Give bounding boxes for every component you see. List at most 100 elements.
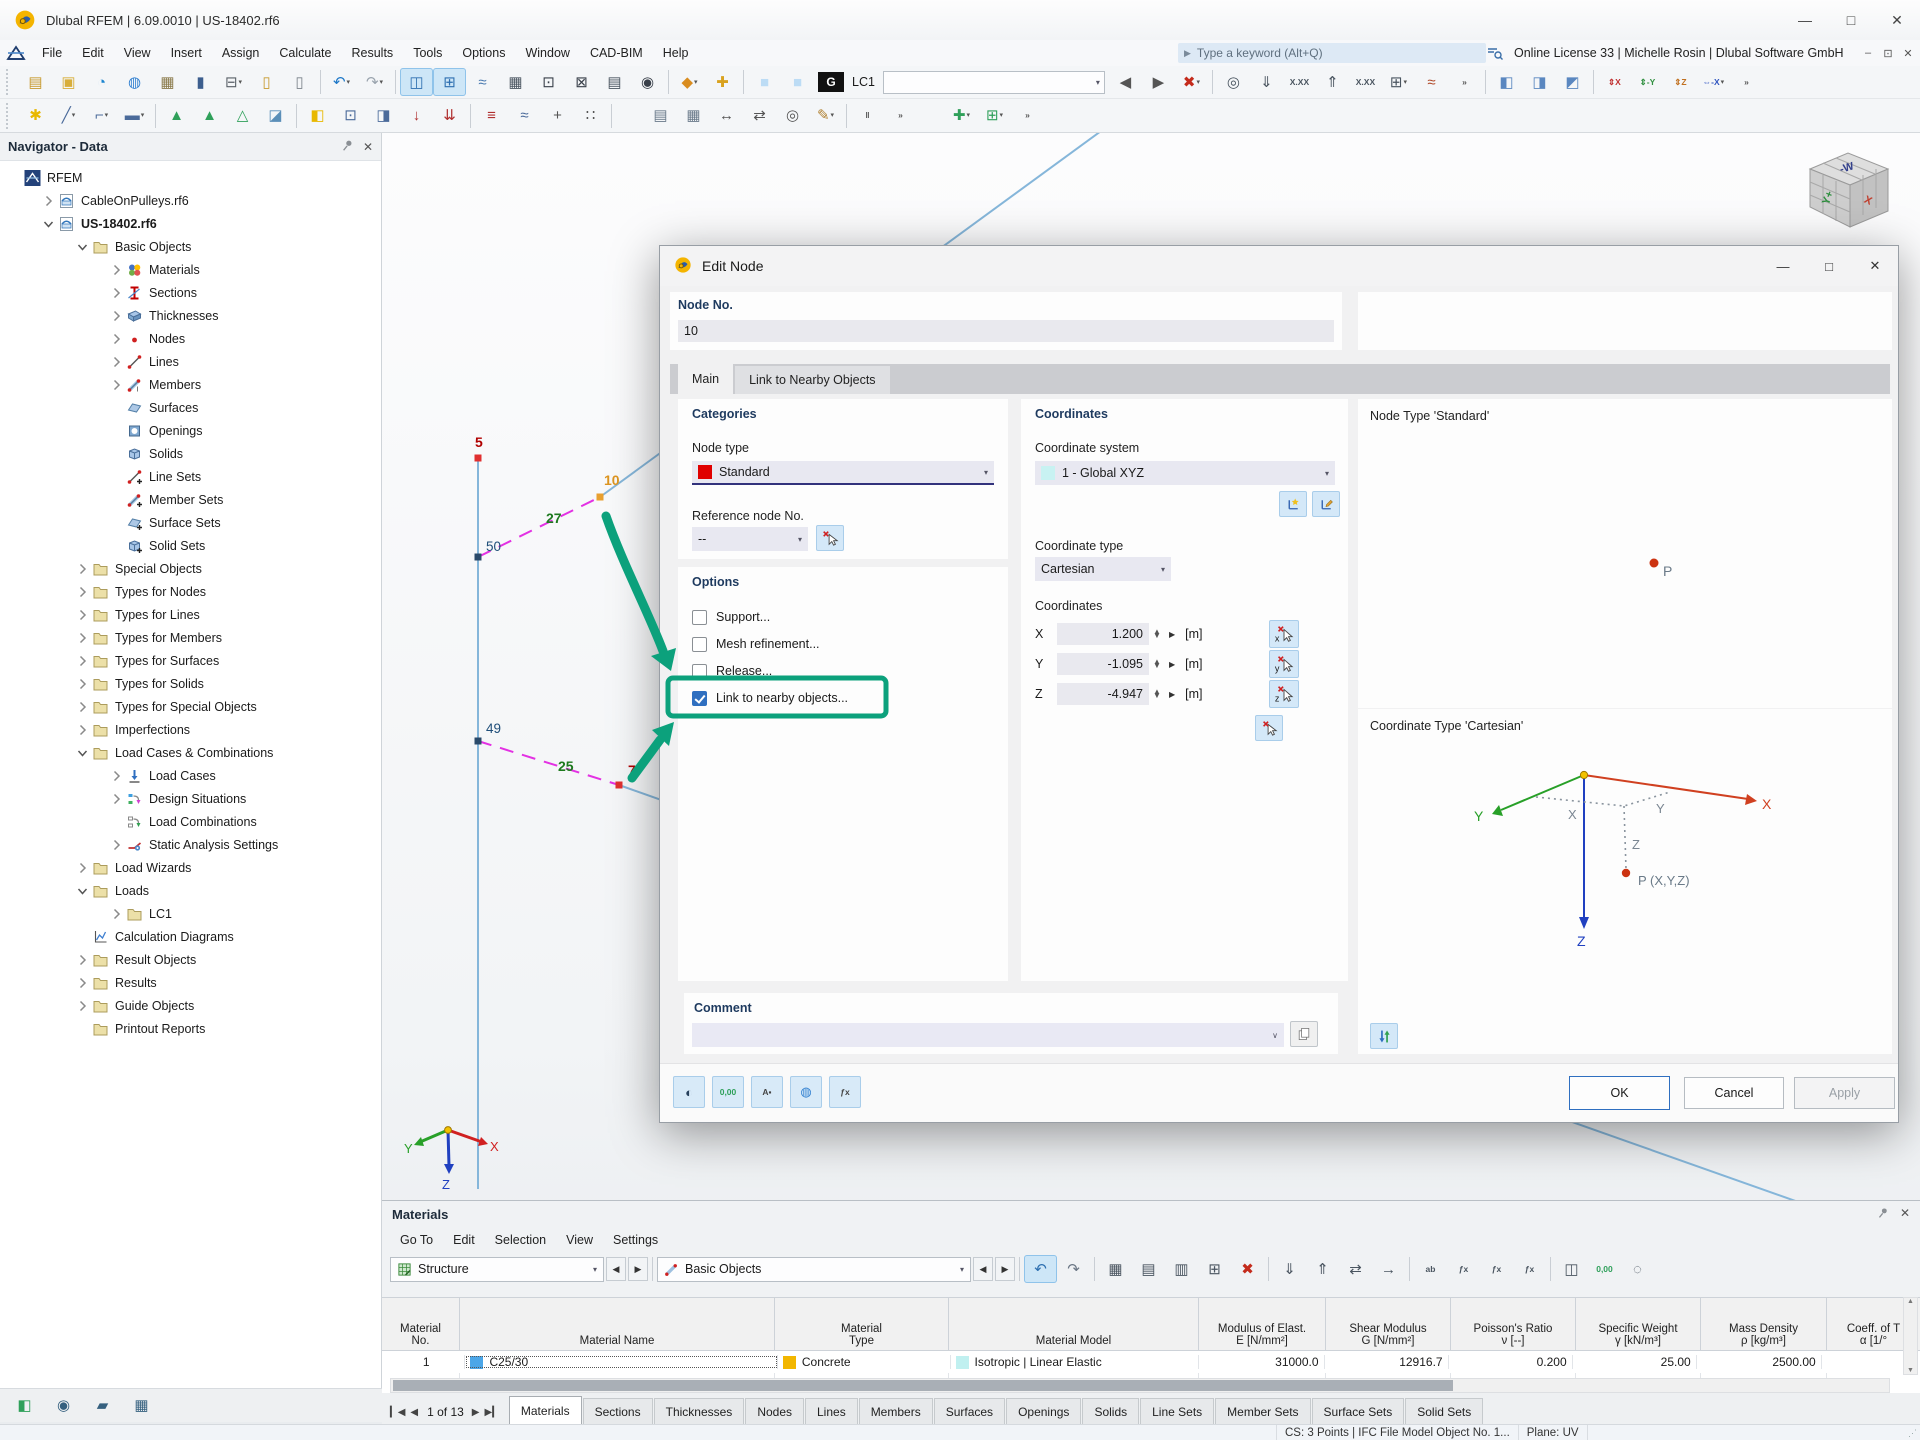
resize-grip[interactable]: ⋰: [1908, 1428, 1918, 1439]
expand-collapse-icon[interactable]: [74, 653, 91, 669]
material-name-cell[interactable]: C25/30: [465, 1355, 777, 1369]
table-tab[interactable]: Nodes: [745, 1398, 804, 1424]
dlubal-help-icon[interactable]: ◐: [673, 1076, 705, 1108]
coordinate-type-select[interactable]: Cartesian ▾: [1035, 557, 1171, 581]
reference-node-pick-clear-button[interactable]: [816, 525, 844, 551]
dialog-close-button[interactable]: ✕: [1852, 248, 1898, 284]
support-chat-icon[interactable]: ◉▾: [631, 68, 664, 96]
expand-collapse-icon[interactable]: [74, 952, 91, 968]
table-tab[interactable]: Thicknesses: [654, 1398, 745, 1424]
swap-preview-button[interactable]: [1370, 1023, 1398, 1049]
dropdown-caret-icon[interactable]: ▾: [1721, 79, 1725, 86]
toolbar-button[interactable]: ▾: [320, 70, 321, 94]
toolbar-button[interactable]: ▾: [846, 104, 847, 128]
expand-collapse-icon[interactable]: [74, 239, 91, 255]
filter-icon[interactable]: →: [1372, 1255, 1405, 1283]
table-tab[interactable]: Surface Sets: [1312, 1398, 1405, 1424]
undo-icon[interactable]: ↶▾: [325, 68, 358, 96]
column-header[interactable]: Poisson's Ratioν [--]: [1451, 1297, 1576, 1351]
toolbar-grip[interactable]: [6, 69, 13, 95]
checkbox[interactable]: [692, 691, 707, 706]
units-settings-icon[interactable]: 0,00: [712, 1076, 744, 1108]
navigator-tree-item[interactable]: Load Combinations: [0, 810, 381, 833]
section-plane-icon[interactable]: ◧▾: [1490, 68, 1523, 96]
materials-menu-item[interactable]: Edit: [443, 1227, 485, 1253]
model-data-form-icon[interactable]: ▦▾: [151, 68, 184, 96]
expand-arrow-icon[interactable]: ▶: [1169, 630, 1175, 639]
dimension-icon[interactable]: ↔▾: [710, 102, 743, 130]
result-table-icon[interactable]: ⊞▾: [1382, 68, 1415, 96]
materials-toolbar-button[interactable]: [1268, 1257, 1269, 1281]
calculation-grid-icon[interactable]: ⊞▾: [978, 102, 1011, 130]
expand-collapse-icon[interactable]: [74, 929, 91, 945]
sync-icon[interactable]: ⇄: [1339, 1255, 1372, 1283]
edit-solid-icon[interactable]: ◨▾: [1523, 68, 1556, 96]
checkbox[interactable]: [692, 664, 707, 679]
expand-collapse-icon[interactable]: [108, 768, 125, 784]
checkbox[interactable]: [692, 637, 707, 652]
menu-item[interactable]: View: [114, 40, 161, 66]
expand-collapse-icon[interactable]: [6, 170, 23, 186]
navigator-tree-item[interactable]: LC1: [0, 902, 381, 925]
node-10[interactable]: [597, 494, 604, 501]
quick-edit-icon[interactable]: ✚▾: [706, 68, 739, 96]
new-nodal-load-icon[interactable]: ↓▾: [400, 102, 433, 130]
new-surface-icon[interactable]: ◪▾: [259, 102, 292, 130]
expand-collapse-icon[interactable]: [108, 400, 125, 416]
dropdown-caret-icon[interactable]: ▾: [1000, 112, 1004, 119]
expand-collapse-icon[interactable]: [108, 377, 125, 393]
column-header[interactable]: Mass Densityρ [kg/m³]: [1701, 1297, 1827, 1351]
expand-collapse-icon[interactable]: [108, 446, 125, 462]
navigator-tree-item[interactable]: Types for Members: [0, 626, 381, 649]
table-editor-icon[interactable]: ▦▾: [499, 68, 532, 96]
column-header[interactable]: Specific Weightγ [kN/m³]: [1576, 1297, 1701, 1351]
expand-collapse-icon[interactable]: [108, 469, 125, 485]
window-minimize-button[interactable]: —: [1782, 0, 1828, 40]
import-icon[interactable]: ⇓: [1273, 1255, 1306, 1283]
navigator-tree-item[interactable]: Design Situations: [0, 787, 381, 810]
materials-toolbar-button[interactable]: [1550, 1257, 1551, 1281]
select-related-objects-icon[interactable]: ↶: [1024, 1255, 1057, 1283]
column-header[interactable]: Material Name: [460, 1297, 775, 1351]
table-tab[interactable]: Sections: [583, 1398, 653, 1424]
open-model-icon[interactable]: ▣▾: [52, 68, 85, 96]
expand-arrow-icon[interactable]: ▶: [1169, 690, 1175, 699]
navigator-tree-item[interactable]: Static Analysis Settings: [0, 833, 381, 856]
scrollbar-thumb[interactable]: [393, 1380, 1453, 1391]
table-view-icon[interactable]: ▦: [125, 1392, 158, 1420]
dropdown-caret-icon[interactable]: ▾: [72, 112, 76, 119]
add-solid-icon[interactable]: ◩▾: [1556, 68, 1589, 96]
console-icon[interactable]: ⊡▾: [532, 68, 565, 96]
new-line-load-icon[interactable]: ⇊▾: [433, 102, 466, 130]
script-console-icon[interactable]: ⊠▾: [565, 68, 598, 96]
line-grid-icon[interactable]: ▤▾: [644, 102, 677, 130]
dropdown-caret-icon[interactable]: ▾: [1403, 79, 1407, 86]
new-member-hinge-icon[interactable]: △▾: [226, 102, 259, 130]
delete-loadcase-icon[interactable]: ✖▾: [1175, 68, 1208, 96]
loadcase-step-forward-icon[interactable]: ▶▾: [1142, 68, 1175, 96]
last-page-icon[interactable]: ▶▎: [485, 1407, 500, 1418]
more-tools-icon[interactable]: »▾: [1011, 102, 1044, 130]
expand-collapse-icon[interactable]: [74, 1021, 91, 1037]
result-decimals-icon[interactable]: X.XX▾: [1349, 68, 1382, 96]
pin-icon[interactable]: [341, 138, 355, 155]
expand-collapse-icon[interactable]: [74, 883, 91, 899]
display-settings-icon[interactable]: A▪: [751, 1076, 783, 1108]
loadcase-select[interactable]: ▾: [883, 71, 1105, 94]
reference-node-select[interactable]: -- ▾: [692, 527, 808, 551]
navigator-tree-item[interactable]: Lines: [0, 350, 381, 373]
expand-collapse-icon[interactable]: [108, 308, 125, 324]
expand-collapse-icon[interactable]: [74, 699, 91, 715]
new-model-icon[interactable]: ▤▾: [19, 68, 52, 96]
expand-collapse-icon[interactable]: [74, 561, 91, 577]
navigator-tree-item[interactable]: Member Sets: [0, 488, 381, 511]
menu-item[interactable]: Tools: [403, 40, 452, 66]
move-x-icon[interactable]: ⇕X▾: [1598, 68, 1631, 96]
table-tab[interactable]: Line Sets: [1140, 1398, 1214, 1424]
window-maximize-button[interactable]: □: [1828, 0, 1874, 40]
expand-collapse-icon[interactable]: [74, 745, 91, 761]
navigator-tree-item[interactable]: Surface Sets: [0, 511, 381, 534]
ribbon-restore-icon[interactable]: ⊡: [1878, 43, 1898, 63]
navigator-tree-item[interactable]: Types for Lines: [0, 603, 381, 626]
materials-menu-item[interactable]: Selection: [485, 1227, 556, 1253]
